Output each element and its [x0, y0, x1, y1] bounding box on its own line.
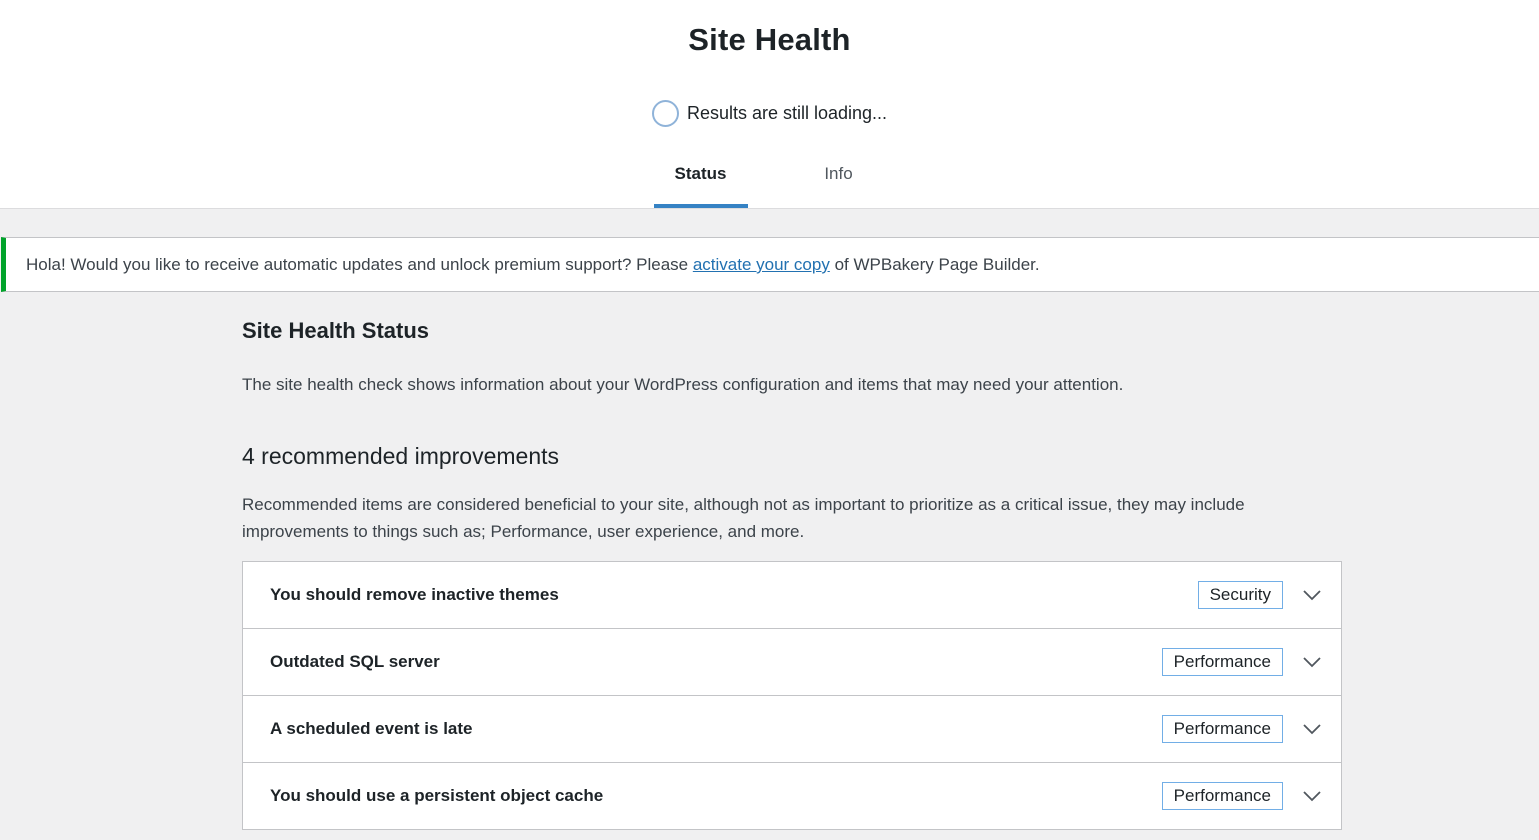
tab-info[interactable]: Info	[792, 150, 886, 208]
wpbakery-notice: Hola! Would you like to receive automati…	[1, 237, 1539, 292]
notice-text-after: of WPBakery Page Builder.	[829, 255, 1040, 274]
issue-badge: Security	[1197, 581, 1283, 609]
issue-item[interactable]: Outdated SQL server Performance	[243, 629, 1341, 696]
issue-badge: Performance	[1161, 715, 1283, 743]
tab-nav: Status Info	[0, 150, 1539, 208]
chevron-down-icon[interactable]	[1283, 580, 1341, 610]
issue-title: You should use a persistent object cache	[270, 786, 604, 805]
issue-item[interactable]: You should use a persistent object cache…	[243, 763, 1341, 829]
chevron-down-icon[interactable]	[1283, 647, 1341, 677]
notice-text-before: Hola! Would you like to receive automati…	[26, 255, 693, 274]
issue-item[interactable]: A scheduled event is late Performance	[243, 696, 1341, 763]
site-health-header: Site Health Results are still loading...…	[0, 0, 1539, 209]
issue-title: A scheduled event is late	[270, 719, 473, 738]
health-progress: Results are still loading...	[0, 100, 1539, 127]
improvements-description: Recommended items are considered benefic…	[242, 495, 1245, 541]
improvements-title: 4 recommended improvements	[242, 443, 560, 469]
issue-badge: Performance	[1161, 648, 1283, 676]
site-health-body: Site Health Status The site health check…	[242, 310, 1342, 830]
issues-list: You should remove inactive themes Securi…	[242, 561, 1342, 830]
activate-copy-link[interactable]: activate your copy	[693, 255, 830, 274]
chevron-down-icon[interactable]	[1283, 781, 1341, 811]
progress-label: Results are still loading...	[686, 103, 888, 123]
tab-status[interactable]: Status	[653, 150, 748, 208]
page-title: Site Health	[688, 22, 851, 57]
issue-item[interactable]: You should remove inactive themes Securi…	[243, 562, 1341, 629]
issue-badge: Performance	[1161, 782, 1283, 810]
issue-title: You should remove inactive themes	[270, 585, 559, 604]
status-title: Site Health Status	[242, 318, 430, 343]
chevron-down-icon[interactable]	[1283, 714, 1341, 744]
progress-ring-icon	[651, 100, 679, 127]
issue-title: Outdated SQL server	[270, 652, 440, 671]
status-description: The site health check shows information …	[242, 375, 1124, 394]
